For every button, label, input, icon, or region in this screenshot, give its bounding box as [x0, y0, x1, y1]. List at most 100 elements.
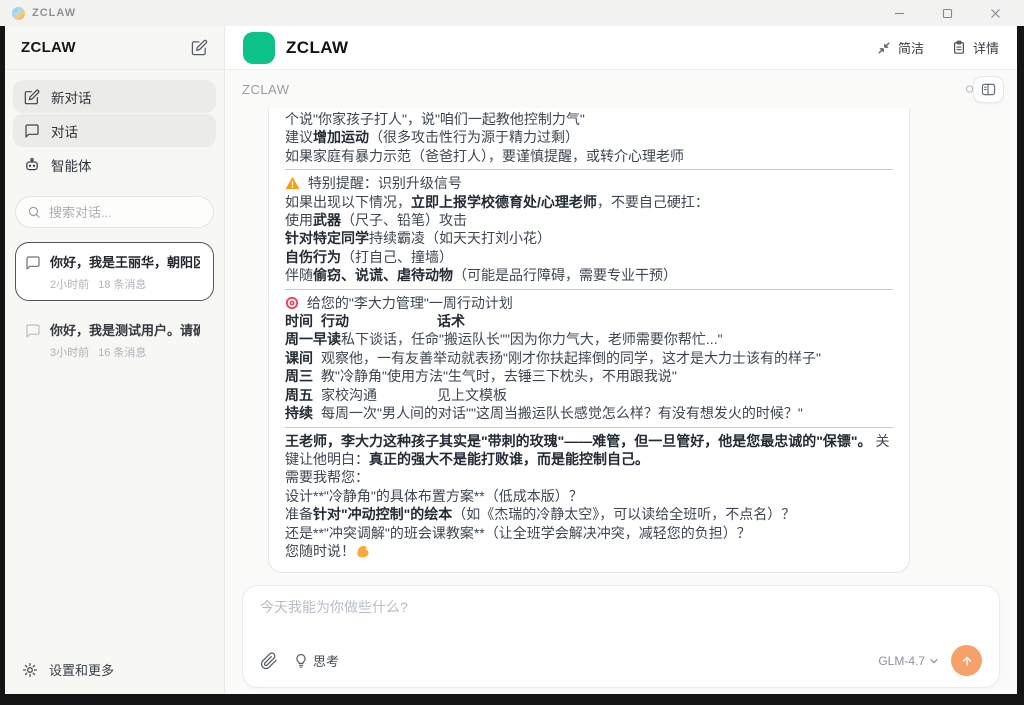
- text-segment: 您随时说！: [285, 543, 355, 559]
- message-line: 特别提醒：识别升级信号: [285, 174, 893, 192]
- sidebar-item-label: 智能体: [51, 155, 92, 175]
- arrow-up-icon: [960, 654, 974, 668]
- conversation-time: 3小时前: [50, 344, 89, 360]
- chat-bubble-icon: [25, 255, 41, 292]
- send-button[interactable]: [951, 645, 982, 676]
- conversation-count: 16 条消息: [98, 344, 146, 360]
- table-cell: 教"冷静角"使用方法: [321, 367, 443, 385]
- titlebar-app-name: ZCLAW: [32, 7, 76, 19]
- sidebar-title: ZCLAW: [21, 39, 76, 56]
- biceps-icon: [355, 542, 370, 560]
- close-icon: [990, 8, 1001, 19]
- conversation-count: 18 条消息: [98, 276, 146, 292]
- table-cell: 周三: [285, 367, 321, 385]
- table-cell: "因为你力气大，老师需要你帮忙...": [505, 330, 723, 348]
- thinking-label: 思考: [313, 651, 339, 670]
- message-line: 还是**"冲突调解"的班会课教案**（让全班学会解决冲突，减轻您的负担）？: [285, 524, 893, 542]
- thinking-toggle[interactable]: 思考: [294, 651, 339, 670]
- paperclip-icon: [260, 652, 278, 670]
- chevron-down-icon: [929, 656, 939, 666]
- table-cell: 持续: [285, 404, 321, 422]
- minimize-icon: [894, 8, 905, 19]
- conversation-time: 2小时前: [50, 276, 89, 292]
- detail-view-label: 详情: [973, 38, 999, 57]
- warning-icon: [285, 174, 300, 192]
- conversation-item-selected[interactable]: 你好，我是王丽华，朝阳区... 2小时前 18 条消息: [15, 242, 214, 301]
- text-segment: 立即上报学校德育处/心理老师: [411, 194, 597, 210]
- model-selector[interactable]: GLM-4.7: [878, 654, 939, 668]
- table-row: 周五家校沟通见上文模板: [285, 386, 893, 404]
- attach-file-button[interactable]: [260, 652, 278, 670]
- text-segment: （可能是品行障碍，需要专业干预）: [453, 267, 677, 283]
- sidebar-item-new-chat[interactable]: 新对话: [13, 80, 216, 113]
- text-segment: （尺子、铅笔）攻击: [341, 212, 467, 228]
- new-chat-button[interactable]: [191, 39, 208, 56]
- table-cell: 家校沟通: [321, 386, 437, 404]
- minimize-button[interactable]: [890, 4, 908, 22]
- side-panel-toggle-button[interactable]: [973, 76, 1004, 103]
- message-line: 如果家庭有暴力示范（爸爸打人），要谨慎提醒，或转介心理老师: [285, 147, 893, 165]
- message-line: 准备针对"冲动控制"的绘本（如《杰瑞的冷静太空》，可以读给全班听，不点名）？: [285, 505, 893, 523]
- header-actions: 简洁 详情: [877, 38, 999, 57]
- text-segment: ，不要自己硬扛：: [597, 194, 709, 210]
- text-segment: 针对特定同学: [285, 230, 369, 246]
- text-segment: 增加运动: [313, 129, 369, 145]
- text-segment: 给您的"李大力管理"一周行动计划: [303, 295, 513, 311]
- conversation-body: 你好，我是测试用户。请确... 3小时前 16 条消息: [50, 320, 200, 360]
- chat-bubble-icon: [25, 323, 41, 360]
- composer-input[interactable]: [260, 599, 982, 615]
- main-header: ZCLAW 简洁 详情: [225, 26, 1017, 70]
- text-segment: 设计**"冷静角"的具体布置方案**（低成本版）？: [285, 488, 583, 504]
- compose-icon: [24, 89, 40, 105]
- table-cell: 每周一次"男人间的对话": [321, 404, 471, 422]
- chat-bubble-icon: [24, 123, 40, 139]
- table-cell: "刚才你扶起摔倒的同学，这才是大力士该有的样子": [503, 349, 821, 367]
- search-input[interactable]: [49, 205, 179, 220]
- message-line: 您随时说！: [285, 542, 893, 560]
- text-segment: 如果出现以下情况，: [285, 194, 411, 210]
- table-cell: 私下谈话，任命"搬运队长": [341, 330, 505, 348]
- table-row: 周三教"冷静角"使用方法"生气时，去锤三下枕头，不用跟我说": [285, 367, 893, 385]
- table-row: 课间观察他，一有友善举动就表扬"刚才你扶起摔倒的同学，这才是大力士该有的样子": [285, 349, 893, 367]
- window-frame: ZCLAW 新对话 对话 智能体: [0, 26, 1024, 705]
- text-segment: 王老师，李大力这种孩子其实是"带刺的玫瑰"——难管，但一旦管好，他是您最忠诚的"…: [285, 433, 872, 449]
- chat-subheader: ZCLAW: [225, 70, 1017, 108]
- message-content: 个说"你家孩子打人"，说"咱们一起教他控制力气"建议增加运动（很多攻击性行为源于…: [285, 110, 893, 560]
- text-segment: 针对"冲动控制"的绘本: [313, 506, 452, 522]
- detail-view-button[interactable]: 详情: [952, 38, 999, 57]
- message-line: 王老师，李大力这种孩子其实是"带刺的玫瑰"——难管，但一旦管好，他是您最忠诚的"…: [285, 432, 893, 469]
- message-scroll-area[interactable]: 个说"你家孩子打人"，说"咱们一起教他控制力气"建议增加运动（很多攻击性行为源于…: [225, 108, 1017, 585]
- message-line: 针对特定同学持续霸凌（如天天打刘小花）: [285, 229, 893, 247]
- brand-name: ZCLAW: [286, 38, 348, 58]
- composer-area: 思考 GLM-4.7: [225, 585, 1017, 688]
- text-segment: （打自己、撞墙）: [341, 249, 453, 265]
- text-segment: 准备: [285, 506, 313, 522]
- maximize-button[interactable]: [938, 4, 956, 22]
- table-cell: 时间: [285, 312, 321, 330]
- composer: 思考 GLM-4.7: [242, 585, 1000, 688]
- conversation-item[interactable]: 你好，我是测试用户。请确... 3小时前 16 条消息: [15, 310, 214, 369]
- target-icon: [285, 294, 299, 312]
- sidebar-item-chats[interactable]: 对话: [13, 114, 216, 147]
- text-segment: 自伤行为: [285, 249, 341, 265]
- text-segment: 如果家庭有暴力示范（爸爸打人），要谨慎提醒，或转介心理老师: [285, 148, 684, 164]
- settings-label: 设置和更多: [49, 660, 114, 679]
- table-cell: 课间: [285, 349, 321, 367]
- message-line: 使用武器（尺子、铅笔）攻击: [285, 211, 893, 229]
- gear-icon: [22, 662, 38, 678]
- message-line: 个说"你家孩子打人"，说"咱们一起教他控制力气": [285, 110, 893, 128]
- table-cell: 行动: [321, 312, 437, 330]
- conversation-list: 你好，我是王丽华，朝阳区... 2小时前 18 条消息 你好，我是测试用户。请确…: [5, 242, 224, 369]
- sidebar-header: ZCLAW: [5, 26, 224, 70]
- text-segment: 真正的强大不是能打败谁，而是能控制自己。: [369, 451, 649, 467]
- table-row: 周一早读私下谈话，任命"搬运队长""因为你力气大，老师需要你帮忙...": [285, 330, 893, 348]
- text-segment: 使用: [285, 212, 313, 228]
- settings-and-more[interactable]: 设置和更多: [5, 645, 224, 694]
- simple-view-button[interactable]: 简洁: [877, 38, 924, 57]
- message-divider: [285, 169, 893, 170]
- table-cell: 观察他，一有友善举动就表扬: [321, 349, 503, 367]
- sidebar-item-agents[interactable]: 智能体: [13, 148, 216, 181]
- close-button[interactable]: [986, 4, 1004, 22]
- main-area: ZCLAW 简洁 详情 ZCLAW: [225, 26, 1017, 694]
- table-cell: 见上文模板: [437, 386, 507, 404]
